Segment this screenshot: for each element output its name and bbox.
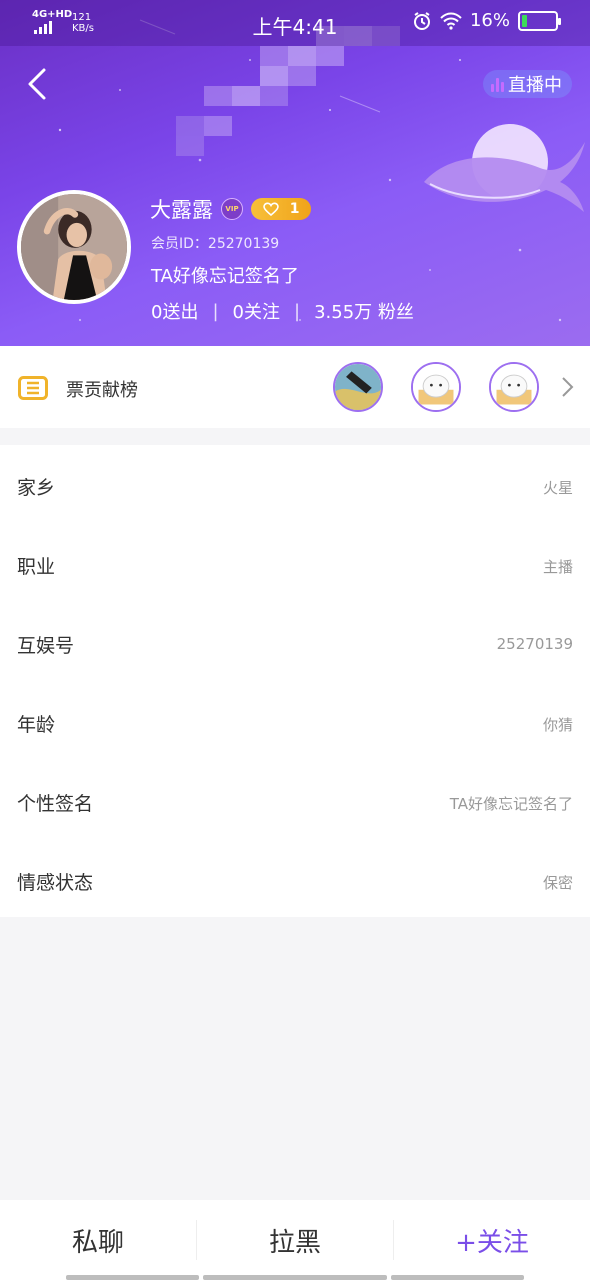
signature: TA好像忘记签名了 bbox=[151, 266, 299, 287]
wifi-icon bbox=[440, 12, 462, 30]
ticket-icon bbox=[18, 376, 48, 400]
back-arrow-icon[interactable] bbox=[22, 64, 52, 104]
info-label: 情感状态 bbox=[17, 872, 94, 894]
profile-stats: 0送出 | 0关注 | 3.55万 粉丝 bbox=[151, 298, 414, 324]
info-row-hometown: 家乡 火星 bbox=[0, 445, 590, 524]
info-value: 火星 bbox=[542, 479, 573, 497]
whale-moon-illustration bbox=[424, 124, 585, 212]
contribution-label: 票贡献榜 bbox=[66, 380, 138, 401]
vip-badge-icon: VIP bbox=[221, 198, 243, 220]
profile-avatar[interactable] bbox=[17, 190, 131, 304]
block-button[interactable]: 拉黑 bbox=[197, 1200, 393, 1280]
sent-count[interactable]: 0送出 bbox=[151, 298, 198, 324]
contribution-ranking-row[interactable]: 票贡献榜 bbox=[0, 346, 590, 428]
stats-divider: | bbox=[212, 300, 219, 322]
nav-indicator bbox=[66, 1275, 199, 1280]
info-row-relationship: 情感状态 保密 bbox=[0, 840, 590, 919]
chat-button[interactable]: 私聊 bbox=[0, 1200, 196, 1280]
level-badge: 1 bbox=[251, 198, 311, 220]
battery-percent: 16% bbox=[469, 10, 510, 31]
info-value: 主播 bbox=[542, 558, 573, 576]
info-label: 家乡 bbox=[17, 477, 56, 499]
info-row-age: 年龄 你猜 bbox=[0, 682, 590, 761]
fan-avatar-3[interactable] bbox=[489, 362, 539, 412]
info-row-signature: 个性签名 TA好像忘记签名了 bbox=[0, 761, 590, 840]
blurred-mosaic bbox=[176, 26, 400, 156]
bottom-action-bar: 私聊 拉黑 +关注 bbox=[0, 1200, 590, 1280]
avatar-photo bbox=[21, 194, 127, 300]
following-count[interactable]: 0关注 bbox=[233, 298, 280, 324]
battery-icon bbox=[518, 10, 561, 31]
nickname-row: 大露露 VIP 1 bbox=[150, 194, 311, 224]
info-value: 保密 bbox=[542, 874, 573, 892]
fan-avatar-2[interactable] bbox=[411, 362, 461, 412]
member-id: 会员ID：25270139 bbox=[151, 236, 280, 252]
stats-divider: | bbox=[293, 300, 301, 322]
info-value: 你猜 bbox=[542, 716, 573, 734]
live-status-badge[interactable]: 直播中 bbox=[483, 70, 572, 98]
profile-info-list: 家乡 火星 职业 主播 互娱号 25270139 年龄 你猜 个性签名 TA好像… bbox=[0, 445, 590, 917]
info-label: 职业 bbox=[17, 556, 56, 578]
follow-button[interactable]: +关注 bbox=[394, 1200, 590, 1280]
nav-indicator bbox=[203, 1275, 387, 1280]
alarm-icon bbox=[413, 11, 430, 30]
info-label: 年龄 bbox=[17, 714, 56, 736]
info-row-occupation: 职业 主播 bbox=[0, 524, 590, 603]
status-bar: 4G+HD 121 KB/s 上午4:41 16% bbox=[0, 0, 590, 46]
info-label: 个性签名 bbox=[17, 793, 94, 815]
heart-icon bbox=[262, 202, 279, 216]
vip-badge-text: VIP bbox=[225, 205, 239, 213]
info-label: 互娱号 bbox=[17, 635, 75, 657]
fans-count[interactable]: 3.55万 粉丝 bbox=[314, 298, 414, 324]
fan-avatar-1[interactable] bbox=[333, 362, 383, 412]
nickname: 大露露 bbox=[150, 198, 213, 222]
level-value: 1 bbox=[289, 201, 300, 217]
info-row-account-id: 互娱号 25270139 bbox=[0, 603, 590, 682]
chevron-right-icon[interactable] bbox=[560, 374, 576, 400]
live-status-label: 直播中 bbox=[508, 75, 562, 96]
profile-header: 4G+HD 121 KB/s 上午4:41 16% 直播中 大露露 VIP 1 … bbox=[0, 0, 590, 346]
info-value: 25270139 bbox=[496, 635, 573, 653]
info-value: TA好像忘记签名了 bbox=[449, 795, 573, 813]
live-bars-icon bbox=[491, 76, 504, 92]
nav-indicator bbox=[391, 1275, 524, 1280]
